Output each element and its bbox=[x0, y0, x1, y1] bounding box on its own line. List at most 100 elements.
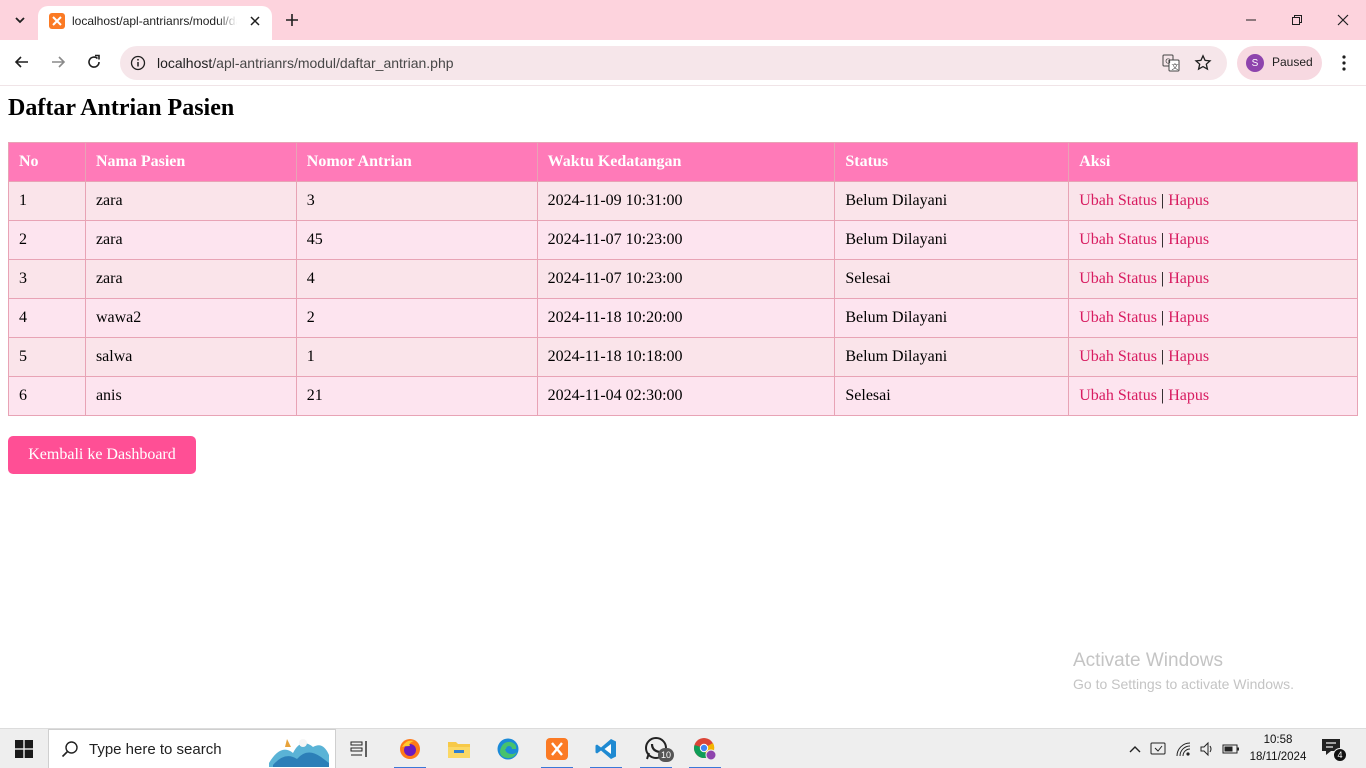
ubah-status-link[interactable]: Ubah Status bbox=[1079, 270, 1157, 287]
show-hidden-icons-button[interactable] bbox=[1126, 741, 1144, 757]
close-icon[interactable] bbox=[246, 12, 264, 30]
table-row: 6 anis 21 2024-11-04 02:30:00 Selesai Ub… bbox=[8, 376, 1358, 416]
table-row: 5 salwa 1 2024-11-18 10:18:00 Belum Dila… bbox=[8, 337, 1358, 377]
column-header-nomor: Nomor Antrian bbox=[295, 142, 538, 182]
whatsapp-taskbar-button[interactable]: 10 bbox=[632, 729, 680, 768]
chrome-icon bbox=[694, 738, 717, 761]
back-button[interactable] bbox=[8, 48, 36, 76]
ubah-status-link[interactable]: Ubah Status bbox=[1079, 192, 1157, 209]
reload-button[interactable] bbox=[80, 48, 108, 76]
url-text[interactable]: localhost/apl-antrianrs/modul/daftar_ant… bbox=[157, 55, 454, 71]
cell-waktu: 2024-11-18 10:20:00 bbox=[536, 298, 836, 338]
start-button[interactable] bbox=[0, 729, 48, 768]
close-icon bbox=[1337, 14, 1349, 26]
forward-button[interactable] bbox=[44, 48, 72, 76]
profile-button[interactable]: S Paused bbox=[1237, 46, 1322, 80]
cell-status: Selesai bbox=[834, 259, 1070, 299]
ubah-status-link[interactable]: Ubah Status bbox=[1079, 387, 1157, 404]
profile-status: Paused bbox=[1272, 55, 1313, 69]
windows-logo-icon bbox=[15, 740, 33, 758]
cell-nomor: 21 bbox=[295, 376, 538, 416]
cell-no: 5 bbox=[8, 337, 86, 377]
wifi-button[interactable] bbox=[1175, 741, 1193, 757]
address-bar[interactable]: localhost/apl-antrianrs/modul/daftar_ant… bbox=[120, 46, 1227, 80]
table-row: 2 zara 45 2024-11-07 10:23:00 Belum Dila… bbox=[8, 220, 1358, 260]
battery-button[interactable] bbox=[1222, 741, 1240, 757]
xampp-taskbar-button[interactable] bbox=[533, 729, 581, 768]
vscode-taskbar-button[interactable] bbox=[582, 729, 630, 768]
hapus-link[interactable]: Hapus bbox=[1168, 270, 1209, 287]
hapus-link[interactable]: Hapus bbox=[1168, 231, 1209, 248]
cell-aksi: Ubah Status | Hapus bbox=[1068, 298, 1358, 338]
action-separator: | bbox=[1160, 231, 1165, 248]
cell-nomor: 4 bbox=[295, 259, 538, 299]
tray-app-icon[interactable] bbox=[1150, 741, 1168, 757]
translate-icon[interactable]: G文 bbox=[1161, 53, 1181, 73]
cell-waktu: 2024-11-07 10:23:00 bbox=[536, 220, 836, 260]
page-title: Daftar Antrian Pasien bbox=[8, 95, 235, 121]
column-header-nama: Nama Pasien bbox=[84, 142, 297, 182]
column-header-status: Status bbox=[834, 142, 1070, 182]
cell-waktu: 2024-11-09 10:31:00 bbox=[536, 181, 836, 221]
url-path: /apl-antrianrs/modul/daftar_antrian.php bbox=[212, 55, 454, 71]
restore-button[interactable] bbox=[1274, 0, 1320, 40]
plus-icon bbox=[286, 14, 298, 26]
minimize-button[interactable] bbox=[1228, 0, 1274, 40]
chrome-taskbar-button[interactable] bbox=[681, 729, 729, 768]
svg-text:G: G bbox=[1165, 58, 1170, 66]
file-explorer-taskbar-button[interactable] bbox=[435, 729, 483, 768]
browser-tab-active[interactable]: localhost/apl-antrianrs/modul/daftar_ant… bbox=[38, 6, 272, 40]
browser-menu-button[interactable] bbox=[1330, 49, 1358, 77]
action-separator: | bbox=[1160, 348, 1165, 365]
volume-icon bbox=[1200, 741, 1212, 757]
cell-status: Belum Dilayani bbox=[834, 337, 1070, 377]
ubah-status-link[interactable]: Ubah Status bbox=[1079, 231, 1157, 248]
column-header-no: No bbox=[8, 142, 86, 182]
task-view-button[interactable] bbox=[336, 729, 384, 768]
firefox-taskbar-button[interactable] bbox=[386, 729, 434, 768]
cell-aksi: Ubah Status | Hapus bbox=[1068, 259, 1358, 299]
cell-no: 4 bbox=[8, 298, 86, 338]
info-icon[interactable] bbox=[128, 53, 148, 73]
cell-nama: zara bbox=[84, 259, 297, 299]
svg-text:文: 文 bbox=[1172, 62, 1179, 71]
url-host: localhost bbox=[157, 55, 213, 71]
cell-nama: anis bbox=[84, 376, 297, 416]
whatsapp-unread-badge: 10 bbox=[658, 748, 674, 762]
hapus-link[interactable]: Hapus bbox=[1168, 309, 1209, 326]
cell-no: 3 bbox=[8, 259, 86, 299]
search-highlight-illustration-icon bbox=[269, 739, 329, 767]
new-tab-button[interactable] bbox=[280, 8, 304, 32]
action-separator: | bbox=[1160, 192, 1165, 209]
cell-status: Selesai bbox=[834, 376, 1070, 416]
taskbar-search-input[interactable]: Type here to search bbox=[48, 729, 336, 768]
hapus-link[interactable]: Hapus bbox=[1168, 192, 1209, 209]
edge-taskbar-button[interactable] bbox=[484, 729, 532, 768]
back-to-dashboard-button[interactable]: Kembali ke Dashboard bbox=[8, 436, 196, 474]
browser-tab-strip: localhost/apl-antrianrs/modul/daftar_ant… bbox=[0, 0, 1366, 40]
hapus-link[interactable]: Hapus bbox=[1168, 387, 1209, 404]
ubah-status-link[interactable]: Ubah Status bbox=[1079, 348, 1157, 365]
kebab-menu-icon bbox=[1342, 55, 1346, 71]
battery-icon bbox=[1222, 744, 1239, 754]
taskbar-clock[interactable]: 10:58 18/11/2024 bbox=[1244, 732, 1312, 766]
search-icon bbox=[61, 741, 78, 758]
table-row: 3 zara 4 2024-11-07 10:23:00 Selesai Uba… bbox=[8, 259, 1358, 299]
arrow-left-icon bbox=[14, 56, 28, 68]
column-header-waktu: Waktu Kedatangan bbox=[536, 142, 836, 182]
cell-no: 6 bbox=[8, 376, 86, 416]
tab-list-button[interactable] bbox=[8, 8, 32, 32]
star-icon[interactable] bbox=[1193, 53, 1213, 73]
volume-button[interactable] bbox=[1198, 741, 1216, 757]
notification-center-button[interactable]: 4 bbox=[1320, 737, 1348, 762]
arrow-right-icon bbox=[52, 56, 66, 68]
cell-nama: zara bbox=[84, 181, 297, 221]
watermark-title: Activate Windows bbox=[1073, 650, 1223, 671]
hapus-link[interactable]: Hapus bbox=[1168, 348, 1209, 365]
window-close-button[interactable] bbox=[1320, 0, 1366, 40]
cell-status: Belum Dilayani bbox=[834, 298, 1070, 338]
cell-waktu: 2024-11-07 10:23:00 bbox=[536, 259, 836, 299]
folder-icon bbox=[448, 742, 470, 758]
minimize-icon bbox=[1246, 19, 1256, 21]
ubah-status-link[interactable]: Ubah Status bbox=[1079, 309, 1157, 326]
